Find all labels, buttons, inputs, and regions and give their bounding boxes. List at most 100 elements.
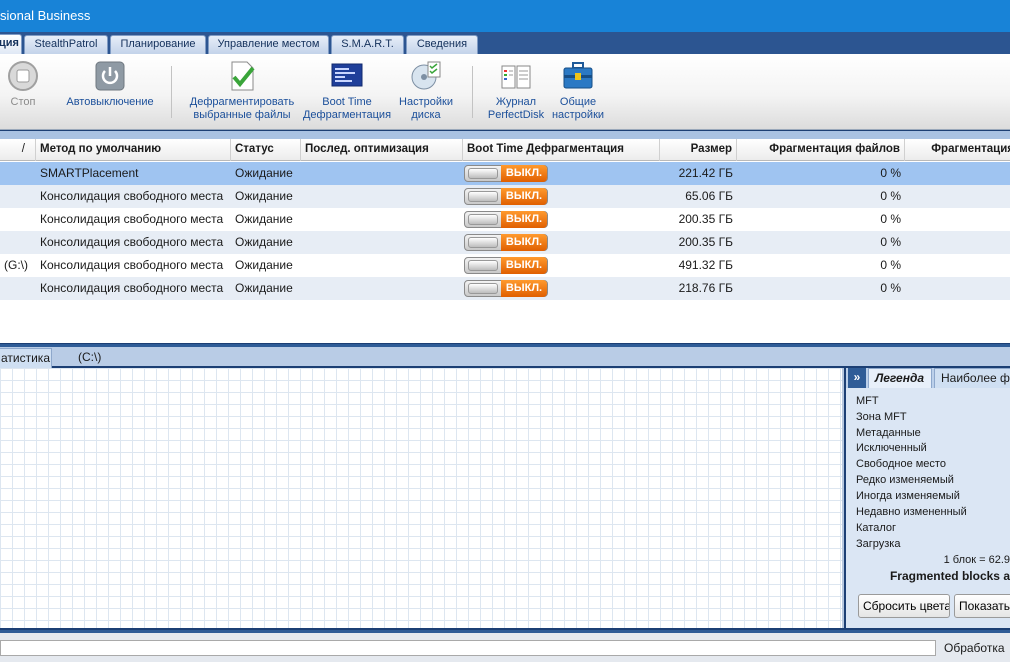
column-header-file-fragmentation[interactable]: Фрагментация файлов — [737, 139, 905, 161]
size-cell: 221.42 ГБ — [678, 166, 733, 180]
toggle-knob — [468, 214, 498, 225]
drive-cell — [0, 162, 36, 185]
status-cell: Ожидание — [235, 258, 293, 272]
disk-settings-label-2: диска — [411, 109, 441, 121]
tab-statistics[interactable]: атистика — [0, 348, 52, 368]
table-row[interactable]: Консолидация свободного места Ожидание В… — [0, 277, 1010, 300]
size-cell: 491.32 ГБ — [678, 258, 733, 272]
power-icon — [94, 60, 126, 92]
method-cell: Консолидация свободного места — [40, 189, 224, 203]
boot-time-toggle[interactable]: ВЫКЛ. — [464, 234, 548, 251]
boot-time-label-2: Дефрагментация — [302, 109, 392, 121]
tab-stealthpatrol[interactable]: StealthPatrol — [24, 35, 108, 54]
stop-icon — [7, 60, 39, 92]
tab-optimization[interactable]: ция — [0, 34, 22, 54]
legend-item-directory: Каталог — [856, 522, 896, 534]
file-fragmentation-cell: 0 % — [880, 258, 901, 272]
perfectdisk-journal-button[interactable]: Журнал PerfectDisk — [484, 60, 548, 122]
disk-list: / Метод по умолчанию Статус Послед. опти… — [0, 131, 1010, 343]
table-row[interactable]: Консолидация свободного места Ожидание В… — [0, 208, 1010, 231]
column-header-method[interactable]: Метод по умолчанию — [36, 139, 231, 161]
table-row[interactable]: SMARTPlacement Ожидание ВЫКЛ. 221.42 ГБ … — [0, 162, 1010, 185]
toggle-state-label: ВЫКЛ. — [501, 211, 547, 228]
disk-settings-label-1: Настройки — [399, 96, 453, 108]
disk-settings-button[interactable]: Настройки диска — [394, 60, 458, 122]
table-row[interactable]: Консолидация свободного места Ожидание В… — [0, 231, 1010, 254]
drive-cell — [0, 277, 36, 300]
tab-scheduling[interactable]: Планирование — [110, 35, 206, 54]
block-size-note: 1 блок = 62.9 — [943, 554, 1010, 566]
chevron-double-right-icon[interactable]: » — [848, 368, 866, 388]
boot-screen-icon — [331, 60, 363, 92]
table-row[interactable]: Консолидация свободного места Ожидание В… — [0, 185, 1010, 208]
boot-time-toggle[interactable]: ВЫКЛ. — [464, 188, 548, 205]
toolbox-icon — [562, 60, 594, 92]
status-cell: Ожидание — [235, 212, 293, 226]
defrag-selected-label-2: выбранные файлы — [193, 109, 291, 121]
tab-smart[interactable]: S.M.A.R.T. — [331, 35, 404, 54]
method-cell: Консолидация свободного места — [40, 258, 224, 272]
column-header-status[interactable]: Статус — [231, 139, 301, 161]
size-cell: 218.76 ГБ — [678, 281, 733, 295]
column-header-boot-time[interactable]: Boot Time Дефрагментация — [463, 139, 660, 161]
show-button[interactable]: Показать — [954, 594, 1010, 618]
last-optimization-cell — [301, 254, 463, 277]
toolbar: Стоп Автовыключение Дефрагментировать вы… — [0, 54, 1010, 130]
drive-map-tab-bar: атистика (C:\) — [0, 344, 1010, 368]
boot-time-toggle[interactable]: ВЫКЛ. — [464, 165, 548, 182]
column-header-fragmentation[interactable]: Фрагментация — [905, 139, 1010, 161]
last-optimization-cell — [301, 208, 463, 231]
auto-shutdown-button[interactable]: Автовыключение — [62, 60, 158, 109]
legend-item-mft: MFT — [856, 395, 879, 407]
status-cell: Ожидание — [235, 189, 293, 203]
file-fragmentation-cell: 0 % — [880, 235, 901, 249]
status-bar: Обработка — [0, 630, 1010, 662]
legend-tab-bar: » Легенда Наиболее фр — [846, 368, 1010, 388]
boot-time-toggle[interactable]: ВЫКЛ. — [464, 257, 548, 274]
boot-time-label-1: Boot Time — [322, 96, 372, 108]
drive-cell — [0, 231, 36, 254]
column-header-last-optimization[interactable]: Послед. оптимизация — [301, 139, 463, 161]
defrag-selected-files-button[interactable]: Дефрагментировать выбранные файлы — [184, 60, 300, 122]
reset-colors-button[interactable]: Сбросить цвета — [858, 594, 950, 618]
tab-info[interactable]: Сведения — [406, 35, 478, 54]
disk-list-header: / Метод по умолчанию Статус Послед. опти… — [0, 139, 1010, 161]
toggle-knob — [468, 237, 498, 248]
boot-time-defrag-button[interactable]: Boot Time Дефрагментация — [302, 60, 392, 122]
toggle-state-label: ВЫКЛ. — [501, 165, 547, 182]
boot-time-toggle[interactable]: ВЫКЛ. — [464, 211, 548, 228]
table-row[interactable]: (G:\) Консолидация свободного места Ожид… — [0, 254, 1010, 277]
tab-most-fragmented[interactable]: Наиболее фр — [934, 368, 1010, 388]
boot-time-toggle[interactable]: ВЫКЛ. — [464, 280, 548, 297]
tab-legend[interactable]: Легенда — [868, 368, 932, 388]
drive-cell: (G:\) — [4, 258, 28, 272]
file-fragmentation-cell: 0 % — [880, 166, 901, 180]
column-header-size[interactable]: Размер — [660, 139, 737, 161]
toggle-knob — [468, 168, 498, 179]
toggle-state-label: ВЫКЛ. — [501, 280, 547, 297]
tab-drive-c[interactable]: (C:\) — [70, 348, 130, 368]
legend-item-occasionally-modified: Иногда изменяемый — [856, 490, 960, 502]
legend-item-boot: Загрузка — [856, 538, 901, 550]
legend-item-rarely-modified: Редко изменяемый — [856, 474, 954, 486]
tab-space-management[interactable]: Управление местом — [208, 35, 329, 54]
size-cell: 65.06 ГБ — [685, 189, 733, 203]
legend-item-mft-zone: Зона MFT — [856, 411, 907, 423]
main-tab-bar: ция StealthPatrol Планирование Управлени… — [0, 32, 1010, 54]
method-cell: Консолидация свободного места — [40, 212, 224, 226]
title-bar: sional Business — [0, 0, 1010, 32]
file-fragmentation-cell: 0 % — [880, 189, 901, 203]
last-optimization-cell — [301, 185, 463, 208]
method-cell: Консолидация свободного места — [40, 235, 224, 249]
drive-cell — [0, 208, 36, 231]
stop-button[interactable]: Стоп — [0, 60, 46, 109]
stop-label: Стоп — [10, 96, 36, 108]
general-settings-label-1: Общие — [559, 96, 597, 108]
disk-settings-icon — [410, 60, 442, 92]
journal-book-icon — [500, 60, 532, 92]
column-header-sort[interactable]: / — [0, 139, 36, 161]
general-settings-button[interactable]: Общие настройки — [548, 60, 608, 122]
legend-item-free-space: Свободное место — [856, 458, 946, 470]
toolbar-separator — [472, 66, 473, 118]
legend-panel: » Легенда Наиболее фр MFT Зона MFT Метад… — [846, 368, 1010, 628]
